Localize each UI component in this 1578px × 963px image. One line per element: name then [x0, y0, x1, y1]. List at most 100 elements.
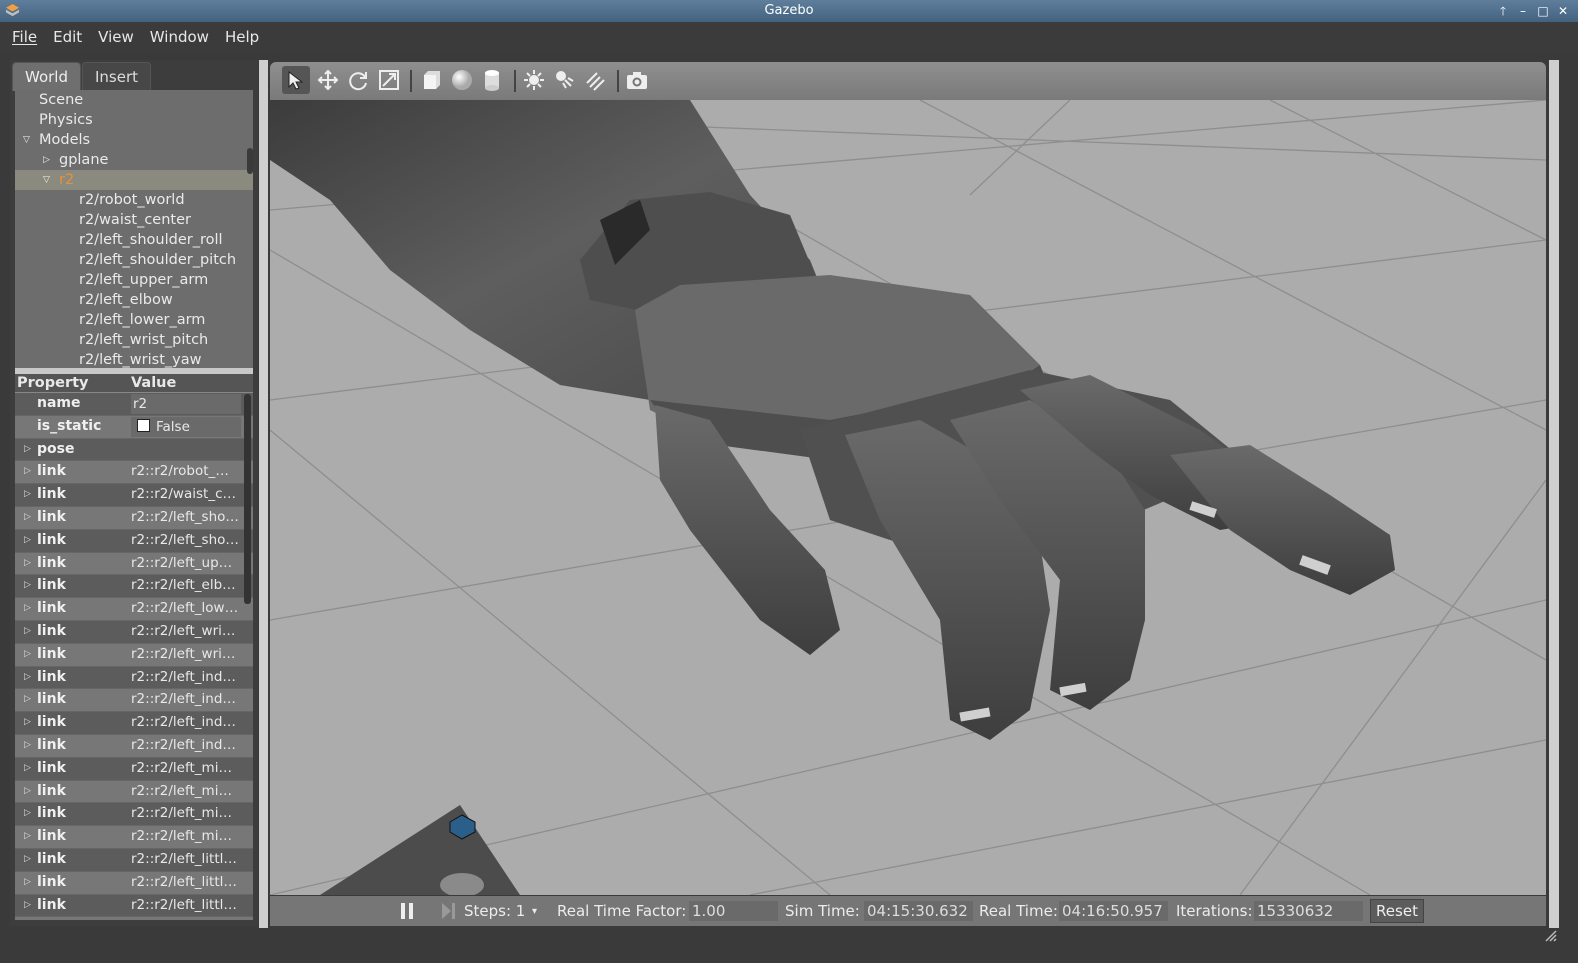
property-row[interactable]: ▷ link r2::r2/left_mid… — [15, 803, 253, 827]
property-row[interactable]: ▷ link r2::r2/robot_w… — [15, 461, 253, 485]
tree-item[interactable]: ▷ gplane — [15, 150, 253, 170]
property-row[interactable]: ▷ link r2::r2/left_sho… — [15, 506, 253, 530]
property-value[interactable]: False — [131, 416, 241, 437]
property-row[interactable]: ▷ link r2::r2/left_mid… — [15, 826, 253, 849]
expand-right-icon[interactable]: ▷ — [24, 644, 31, 666]
property-row[interactable]: ▷ link r2::r2/left_ring… — [15, 917, 253, 920]
restore-up-icon[interactable]: 🡑 — [1496, 0, 1510, 22]
box-icon[interactable] — [417, 66, 445, 94]
expand-right-icon[interactable]: ▷ — [24, 484, 31, 506]
property-row[interactable]: ▷ link r2::r2/left_wri… — [15, 643, 253, 667]
tree-item[interactable]: r2/robot_world — [15, 190, 253, 210]
property-value[interactable]: r2 — [131, 394, 241, 414]
reset-button[interactable]: Reset — [1370, 899, 1424, 923]
screenshot-icon[interactable] — [623, 66, 651, 94]
tree-item[interactable]: r2/left_elbow — [15, 290, 253, 310]
minimize-icon[interactable]: – — [1516, 0, 1530, 22]
tree-item[interactable]: r2/left_shoulder_roll — [15, 230, 253, 250]
property-row[interactable]: ▷ link r2::r2/left_little… — [15, 848, 253, 872]
resize-grip-icon[interactable] — [1543, 928, 1557, 942]
tab-world[interactable]: World — [12, 62, 81, 91]
expand-right-icon[interactable]: ▷ — [24, 575, 31, 597]
cylinder-icon[interactable] — [478, 66, 506, 94]
expand-down-icon[interactable]: ▽ — [23, 130, 30, 150]
tree-item[interactable]: Scene — [15, 90, 253, 110]
translate-icon[interactable] — [314, 66, 342, 94]
rotate-icon[interactable] — [344, 66, 372, 94]
tree-item[interactable]: r2/waist_center — [15, 210, 253, 230]
select-arrow-icon[interactable] — [282, 66, 310, 94]
steps-dropdown-icon[interactable]: ▾ — [532, 906, 537, 917]
tree-item[interactable]: ▽ Models — [15, 130, 253, 150]
expand-right-icon[interactable]: ▷ — [24, 689, 31, 711]
expand-right-icon[interactable]: ▷ — [24, 781, 31, 803]
expand-down-icon[interactable]: ▽ — [43, 170, 50, 190]
property-row[interactable]: ▷ link r2::r2/left_ind… — [15, 689, 253, 713]
steps-label[interactable]: Steps: 1 — [464, 902, 525, 920]
tree-item[interactable]: r2/left_wrist_pitch — [15, 330, 253, 350]
menu-file[interactable]: File — [4, 28, 45, 46]
expand-right-icon[interactable]: ▷ — [24, 758, 31, 780]
expand-right-icon[interactable]: ▷ — [24, 530, 31, 552]
tree-item[interactable]: r2/left_shoulder_pitch — [15, 250, 253, 270]
tree-item[interactable]: Physics — [15, 110, 253, 130]
property-row[interactable]: ▷ link r2::r2/left_elbow — [15, 575, 253, 599]
expand-right-icon[interactable]: ▷ — [24, 803, 31, 825]
property-row[interactable]: ▷ link r2::r2/left_low… — [15, 598, 253, 621]
vertical-splitter[interactable] — [259, 60, 268, 928]
property-row[interactable]: ▷ link r2::r2/left_little… — [15, 871, 253, 895]
tree-item[interactable]: r2/left_lower_arm — [15, 310, 253, 330]
expand-right-icon[interactable]: ▷ — [24, 735, 31, 757]
property-row[interactable]: ▷ link r2::r2/left_mid… — [15, 757, 253, 781]
spot-light-icon[interactable] — [551, 66, 579, 94]
pause-icon[interactable] — [400, 903, 414, 919]
tab-insert[interactable]: Insert — [82, 62, 152, 91]
expand-right-icon[interactable]: ▷ — [24, 849, 31, 871]
step-icon[interactable] — [440, 903, 456, 919]
property-column-header[interactable]: Property — [15, 374, 129, 392]
property-row[interactable]: ▷ link r2::r2/left_ind… — [15, 666, 253, 690]
tree-scrollbar[interactable] — [247, 148, 253, 174]
expand-right-icon[interactable]: ▷ — [24, 461, 31, 483]
property-row[interactable]: ▷ link r2::r2/left_ind… — [15, 734, 253, 758]
expand-right-icon[interactable]: ▷ — [24, 621, 31, 643]
point-light-icon[interactable] — [520, 66, 548, 94]
property-row[interactable]: is_static False — [15, 415, 253, 439]
menu-window[interactable]: Window — [142, 28, 217, 46]
value-column-header[interactable]: Value — [129, 374, 176, 392]
tree-item[interactable]: r2/left_upper_arm — [15, 270, 253, 290]
expand-right-icon[interactable]: ▷ — [24, 826, 31, 848]
property-row[interactable]: ▷ link r2::r2/left_upp… — [15, 552, 253, 576]
property-row[interactable]: ▷ link r2::r2/waist_c… — [15, 484, 253, 507]
is-static-checkbox[interactable] — [137, 418, 150, 432]
property-row[interactable]: ▷ link r2::r2/left_mid… — [15, 780, 253, 804]
expand-right-icon[interactable]: ▷ — [24, 439, 31, 461]
property-row[interactable]: ▷ link r2::r2/left_ind… — [15, 712, 253, 735]
property-row[interactable]: ▷ link r2::r2/left_sho… — [15, 529, 253, 553]
expand-right-icon[interactable]: ▷ — [24, 507, 31, 529]
expand-right-icon[interactable]: ▷ — [43, 150, 50, 170]
menu-edit[interactable]: Edit — [45, 28, 90, 46]
expand-right-icon[interactable]: ▷ — [24, 712, 31, 734]
3d-viewport[interactable] — [270, 100, 1546, 895]
expand-right-icon[interactable]: ▷ — [24, 598, 31, 620]
property-scrollbar[interactable] — [244, 394, 251, 604]
expand-right-icon[interactable]: ▷ — [24, 872, 31, 894]
property-row[interactable]: name r2 — [15, 393, 253, 416]
expand-right-icon[interactable]: ▷ — [24, 917, 31, 920]
scale-icon[interactable] — [375, 66, 403, 94]
property-row[interactable]: ▷ link r2::r2/left_wri… — [15, 620, 253, 644]
sphere-icon[interactable] — [448, 66, 476, 94]
expand-right-icon[interactable]: ▷ — [24, 667, 31, 689]
menu-view[interactable]: View — [90, 28, 142, 46]
expand-right-icon[interactable]: ▷ — [24, 895, 31, 917]
expand-right-icon[interactable]: ▷ — [24, 553, 31, 575]
menu-help[interactable]: Help — [217, 28, 267, 46]
directional-light-icon[interactable] — [582, 66, 610, 94]
property-row[interactable]: ▷ link r2::r2/left_little… — [15, 894, 253, 918]
close-icon[interactable]: ✕ — [1556, 0, 1570, 22]
tree-item[interactable]: r2/left_wrist_yaw — [15, 350, 253, 368]
maximize-icon[interactable]: □ — [1536, 0, 1550, 22]
tree-item[interactable]: ▽ r2 — [15, 170, 253, 190]
property-row[interactable]: ▷ pose — [15, 438, 253, 462]
